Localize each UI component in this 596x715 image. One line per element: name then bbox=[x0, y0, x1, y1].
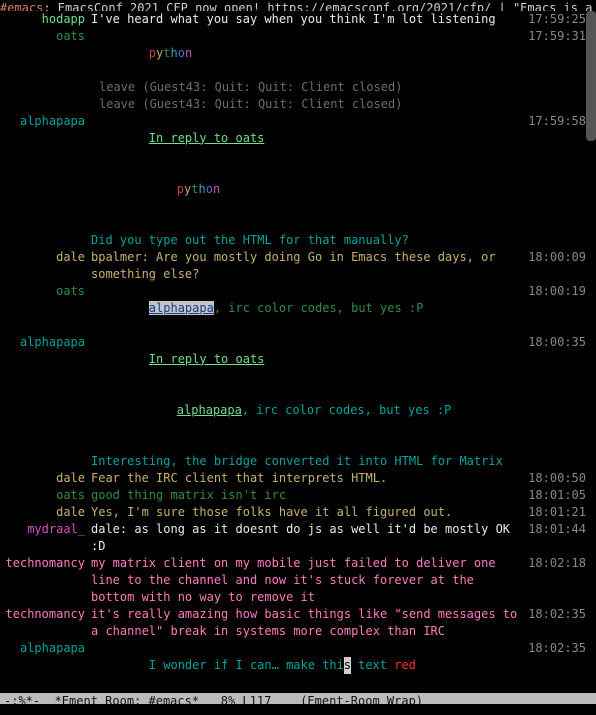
channel-topic: : EmacsConf 2021 CFP now open! https://e… bbox=[43, 0, 596, 11]
message-text: Did you type out the HTML for that manua… bbox=[91, 232, 526, 249]
mode-line[interactable]: -:%*- *Ement Room: #emacs* 8% L117 (Emen… bbox=[0, 693, 596, 704]
message-text: python bbox=[91, 164, 526, 215]
reply-link[interactable]: In reply to bbox=[149, 131, 236, 145]
message-text: bpalmer: Are you mostly doing Go in Emac… bbox=[91, 249, 526, 283]
chat-row: mydraal_ dale: as long as it doesnt do j… bbox=[0, 521, 586, 555]
minibuffer[interactable] bbox=[0, 704, 596, 715]
nick: technomancy bbox=[0, 555, 91, 572]
reply-link[interactable]: In reply to bbox=[149, 352, 236, 366]
timestamp: 18:00:19 bbox=[526, 283, 586, 300]
chat-row: alphapapa In reply to oats 18:00:35 bbox=[0, 334, 586, 385]
nick: alphapapa bbox=[0, 334, 91, 351]
chat-row: alphapapa I wonder if I can… make this t… bbox=[0, 640, 586, 691]
chat-row: technomancy my matrix client on my mobil… bbox=[0, 555, 586, 606]
chat-row: alphapapa, irc color codes, but yes :P bbox=[0, 385, 586, 436]
chat-buffer[interactable]: hodapp I've heard what you say when you … bbox=[0, 11, 596, 694]
timestamp: 17:59:25 bbox=[526, 11, 586, 28]
message-text: Interesting, the bridge converted it int… bbox=[91, 453, 526, 470]
nick: technomancy bbox=[0, 606, 91, 623]
message-text: dale: as long as it doesnt do js as well… bbox=[91, 521, 526, 555]
message-text: alphapapa, irc color codes, but yes :P bbox=[91, 385, 526, 436]
message-text: python bbox=[91, 28, 526, 79]
nick: alphapapa bbox=[0, 640, 91, 657]
scrollbar-thumb[interactable] bbox=[586, 11, 596, 141]
reply-target-link[interactable]: oats bbox=[236, 131, 265, 145]
nick: oats bbox=[0, 28, 91, 45]
chat-row: technomancy it's really amazing how basi… bbox=[0, 606, 586, 640]
separator-line bbox=[89, 693, 584, 694]
nick: dale bbox=[0, 504, 91, 521]
chat-row: hodapp I've heard what you say when you … bbox=[0, 11, 586, 28]
message-text: I wonder if I can… make this text red bbox=[91, 640, 526, 691]
text-cursor: s bbox=[344, 657, 351, 674]
message-text: Fear the IRC client that interprets HTML… bbox=[91, 470, 526, 487]
nick: oats bbox=[0, 487, 91, 504]
timestamp: 18:00:09 bbox=[526, 249, 586, 266]
nick: alphapapa bbox=[0, 113, 91, 130]
system-message: leave (Guest43: Quit: Quit: Client close… bbox=[91, 79, 526, 96]
system-message: leave (Guest43: Quit: Quit: Client close… bbox=[91, 96, 526, 113]
nick: dale bbox=[0, 470, 91, 487]
reply-target-link[interactable]: oats bbox=[236, 352, 265, 366]
header-line: #emacs : EmacsConf 2021 CFP now open! ht… bbox=[0, 0, 596, 11]
chat-row: python bbox=[0, 164, 586, 215]
message-text: good thing matrix isn't irc bbox=[91, 487, 526, 504]
message-text: In reply to oats bbox=[91, 113, 526, 164]
nick: oats bbox=[0, 283, 91, 300]
nick: dale bbox=[0, 249, 91, 266]
timestamp: 18:01:44 bbox=[526, 521, 586, 538]
message-text: alphapapa, irc color codes, but yes :P bbox=[91, 283, 526, 334]
nick: hodapp bbox=[0, 11, 91, 28]
chat-row: dale Fear the IRC client that interprets… bbox=[0, 470, 586, 487]
message-text: my matrix client on my mobile just faile… bbox=[91, 555, 526, 606]
chat-row: alphapapa In reply to oats 17:59:58 bbox=[0, 113, 586, 164]
mention-highlight[interactable]: alphapapa bbox=[149, 301, 214, 315]
mention-link[interactable]: alphapapa bbox=[177, 403, 242, 417]
chat-row: oats good thing matrix isn't irc 18:01:0… bbox=[0, 487, 586, 504]
timestamp: 18:02:18 bbox=[526, 555, 586, 572]
scrollbar[interactable] bbox=[586, 11, 596, 694]
timestamp: 18:00:35 bbox=[526, 334, 586, 351]
timestamp: 18:01:05 bbox=[526, 487, 586, 504]
message-text: In reply to oats bbox=[91, 334, 526, 385]
message-text: I've heard what you say when you think I… bbox=[91, 11, 526, 28]
system-row: leave (Guest43: Quit: Quit: Client close… bbox=[0, 96, 586, 113]
message-text: it's really amazing how basic things lik… bbox=[91, 606, 526, 640]
chat-row: oats python 17:59:31 bbox=[0, 28, 586, 79]
chat-row: Did you type out the HTML for that manua… bbox=[0, 232, 586, 249]
emacs-window: #emacs : EmacsConf 2021 CFP now open! ht… bbox=[0, 0, 596, 715]
message-text: Yes, I'm sure those folks have it all fi… bbox=[91, 504, 526, 521]
timestamp: 18:02:35 bbox=[526, 606, 586, 623]
system-row: leave (Guest43: Quit: Quit: Client close… bbox=[0, 79, 586, 96]
channel-name: #emacs bbox=[0, 0, 43, 11]
chat-row: oats alphapapa, irc color codes, but yes… bbox=[0, 283, 586, 334]
timestamp: 18:02:35 bbox=[526, 640, 586, 657]
chat-row: dale bpalmer: Are you mostly doing Go in… bbox=[0, 249, 586, 283]
timestamp: 17:59:58 bbox=[526, 113, 586, 130]
nick: mydraal_ bbox=[0, 521, 91, 538]
timestamp: 17:59:31 bbox=[526, 28, 586, 45]
chat-row: Interesting, the bridge converted it int… bbox=[0, 453, 586, 470]
timestamp: 18:01:21 bbox=[526, 504, 586, 521]
chat-row: dale Yes, I'm sure those folks have it a… bbox=[0, 504, 586, 521]
timestamp: 18:00:50 bbox=[526, 470, 586, 487]
